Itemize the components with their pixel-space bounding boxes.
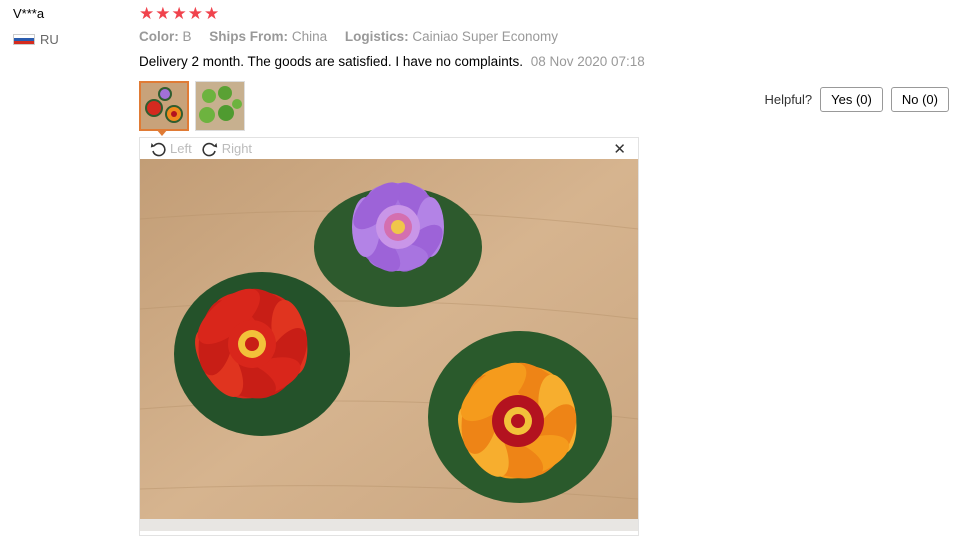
rotate-left-icon	[150, 142, 166, 156]
rotate-left-button[interactable]: Left	[150, 141, 192, 157]
helpful-label: Helpful?	[764, 92, 813, 107]
reviewer-name: V***a	[13, 6, 45, 21]
thumbnail-2[interactable]	[195, 81, 245, 131]
viewer-toolbar: Left Right ✕	[140, 138, 638, 159]
thumbnail-1[interactable]	[139, 81, 189, 131]
star-icon: ★	[187, 4, 203, 23]
active-thumbnail-indicator	[156, 129, 168, 136]
photo-viewer: Left Right ✕	[139, 137, 639, 536]
reviewer-country: RU	[13, 32, 59, 47]
star-icon: ★	[171, 4, 187, 23]
rotate-left-label: Left	[170, 141, 192, 156]
logistics-attribute: Logistics: Cainiao Super Economy	[344, 29, 558, 44]
order-attributes: Color: B Ships From: China Logistics: Ca…	[139, 29, 572, 44]
review-body: Delivery 2 month. The goods are satisfie…	[139, 54, 523, 69]
photo-thumbnails	[139, 81, 245, 131]
helpful-no-button[interactable]: No (0)	[890, 87, 949, 112]
star-icon: ★	[139, 4, 155, 23]
rotate-right-button[interactable]: Right	[202, 141, 252, 157]
rotate-right-label: Right	[221, 141, 253, 156]
green-leaves-photo-icon	[196, 82, 244, 130]
color-attribute: Color: B	[139, 29, 192, 44]
review-date: 08 Nov 2020 07:18	[530, 54, 645, 69]
helpful-yes-button[interactable]: Yes (0)	[820, 87, 883, 112]
rotate-right-icon	[202, 142, 217, 156]
russia-flag-icon	[13, 34, 35, 45]
ships-from-attribute: Ships From: China	[209, 29, 328, 44]
close-icon[interactable]: ✕	[613, 140, 626, 158]
lotus-flowers-photo-icon	[141, 83, 187, 129]
review-photo	[140, 159, 638, 531]
star-icon: ★	[155, 4, 171, 23]
country-code: RU	[40, 32, 59, 47]
helpful-vote: Helpful? Yes (0) No (0)	[764, 87, 949, 112]
review-text: Delivery 2 month. The goods are satisfie…	[139, 54, 645, 69]
star-rating: ★ ★ ★ ★ ★	[139, 4, 219, 24]
star-icon: ★	[204, 4, 220, 23]
